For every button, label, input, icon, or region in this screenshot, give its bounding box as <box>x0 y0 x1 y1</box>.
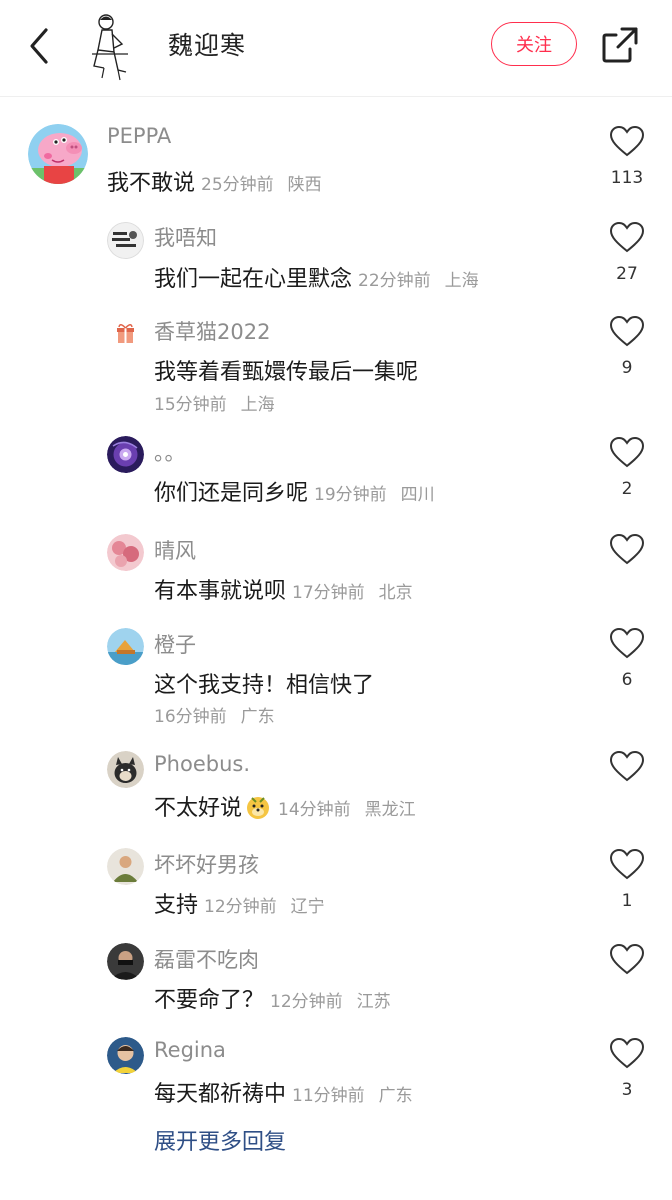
top-bar: 魏迎寒 关注 <box>0 0 672 97</box>
username[interactable]: 晴风 <box>154 535 196 565</box>
like-count: 3 <box>621 1080 633 1100</box>
comment-meta: 16分钟前 广东 <box>154 702 275 727</box>
like-count: 1 <box>621 891 633 911</box>
heart-icon[interactable] <box>609 848 645 880</box>
comment-time: 19分钟前 <box>314 485 387 505</box>
user-avatar[interactable] <box>107 943 144 980</box>
comment-text[interactable]: 支持 12分钟前 辽宁 <box>154 887 325 919</box>
author-name[interactable]: 魏迎寒 <box>168 26 246 62</box>
username[interactable]: 。。 <box>154 437 186 467</box>
comment-location: 陕西 <box>287 175 322 195</box>
expand-more-replies-link[interactable]: 展开更多回复 <box>154 1124 286 1156</box>
heart-icon[interactable] <box>609 315 645 347</box>
heart-icon[interactable] <box>609 221 645 253</box>
comment-time: 15分钟前 <box>154 395 227 415</box>
comment-location: 江苏 <box>356 992 391 1012</box>
comment-text[interactable]: 我等着看甄嬛传最后一集呢 <box>154 354 418 386</box>
comment-location: 广东 <box>378 1086 413 1106</box>
like-count: 2 <box>621 479 633 499</box>
comment-location: 四川 <box>400 485 435 505</box>
heart-icon[interactable] <box>609 533 645 565</box>
comment-location: 北京 <box>378 583 413 603</box>
comment-text[interactable]: 不太好说 14分钟前 黑龙江 <box>154 790 416 822</box>
comment-time: 11分钟前 <box>292 1086 365 1106</box>
comment-time: 12分钟前 <box>270 992 343 1012</box>
comment-location: 辽宁 <box>290 897 325 917</box>
follow-button[interactable]: 关注 <box>491 22 577 66</box>
author-avatar[interactable] <box>84 10 140 82</box>
comment-text[interactable]: 你们还是同乡呢 19分钟前 四川 <box>154 475 435 507</box>
username[interactable]: 磊雷不吃肉 <box>154 944 259 974</box>
user-avatar[interactable] <box>107 1037 144 1074</box>
user-avatar[interactable] <box>107 436 144 473</box>
heart-icon[interactable] <box>609 436 645 468</box>
like-count: 113 <box>610 168 644 188</box>
username[interactable]: 坏坏好男孩 <box>154 849 259 879</box>
username[interactable]: Phoebus. <box>154 752 250 776</box>
username[interactable]: 橙子 <box>154 629 196 659</box>
comment-text[interactable]: 这个我支持！相信快了 <box>154 667 374 699</box>
comment-location: 上海 <box>240 395 275 415</box>
comment-location: 黑龙江 <box>364 800 416 820</box>
heart-icon[interactable] <box>609 750 645 782</box>
username[interactable]: 香草猫2022 <box>154 316 270 346</box>
like-count: 27 <box>616 264 638 284</box>
comment-text[interactable]: 每天都祈祷中 11分钟前 广东 <box>154 1076 413 1108</box>
heart-icon[interactable] <box>609 943 645 975</box>
heart-icon[interactable] <box>609 1037 645 1069</box>
comment-time: 25分钟前 <box>201 175 274 195</box>
comment-time: 17分钟前 <box>292 583 365 603</box>
user-avatar[interactable] <box>107 222 144 259</box>
comment-location: 上海 <box>444 271 479 291</box>
back-arrow-icon[interactable] <box>22 24 58 68</box>
heart-icon[interactable] <box>609 125 645 157</box>
user-avatar[interactable] <box>107 628 144 665</box>
username[interactable]: 我唔知 <box>154 222 217 252</box>
user-avatar[interactable] <box>107 751 144 788</box>
like-count: 9 <box>621 358 633 378</box>
user-avatar[interactable] <box>107 848 144 885</box>
comment-time: 22分钟前 <box>358 271 431 291</box>
heart-icon[interactable] <box>609 627 645 659</box>
comment-time: 14分钟前 <box>278 800 351 820</box>
user-avatar[interactable] <box>107 316 144 353</box>
user-avatar[interactable] <box>28 124 88 184</box>
comment-time: 16分钟前 <box>154 707 227 727</box>
share-icon[interactable] <box>600 25 640 65</box>
comment-text[interactable]: 我不敢说 25分钟前 陕西 <box>107 165 322 197</box>
dog-emoji-icon <box>247 797 270 819</box>
username[interactable]: Regina <box>154 1038 226 1062</box>
user-avatar[interactable] <box>107 534 144 571</box>
username[interactable]: PEPPA <box>107 124 171 148</box>
like-count: 6 <box>621 670 633 690</box>
comment-text[interactable]: 不要命了？ 12分钟前 江苏 <box>154 982 391 1014</box>
comment-time: 12分钟前 <box>204 897 277 917</box>
comment-text[interactable]: 我们一起在心里默念 22分钟前 上海 <box>154 261 479 293</box>
comment-text[interactable]: 有本事就说呗 17分钟前 北京 <box>154 573 413 605</box>
comment-meta: 15分钟前 上海 <box>154 390 275 415</box>
comment-location: 广东 <box>240 707 275 727</box>
